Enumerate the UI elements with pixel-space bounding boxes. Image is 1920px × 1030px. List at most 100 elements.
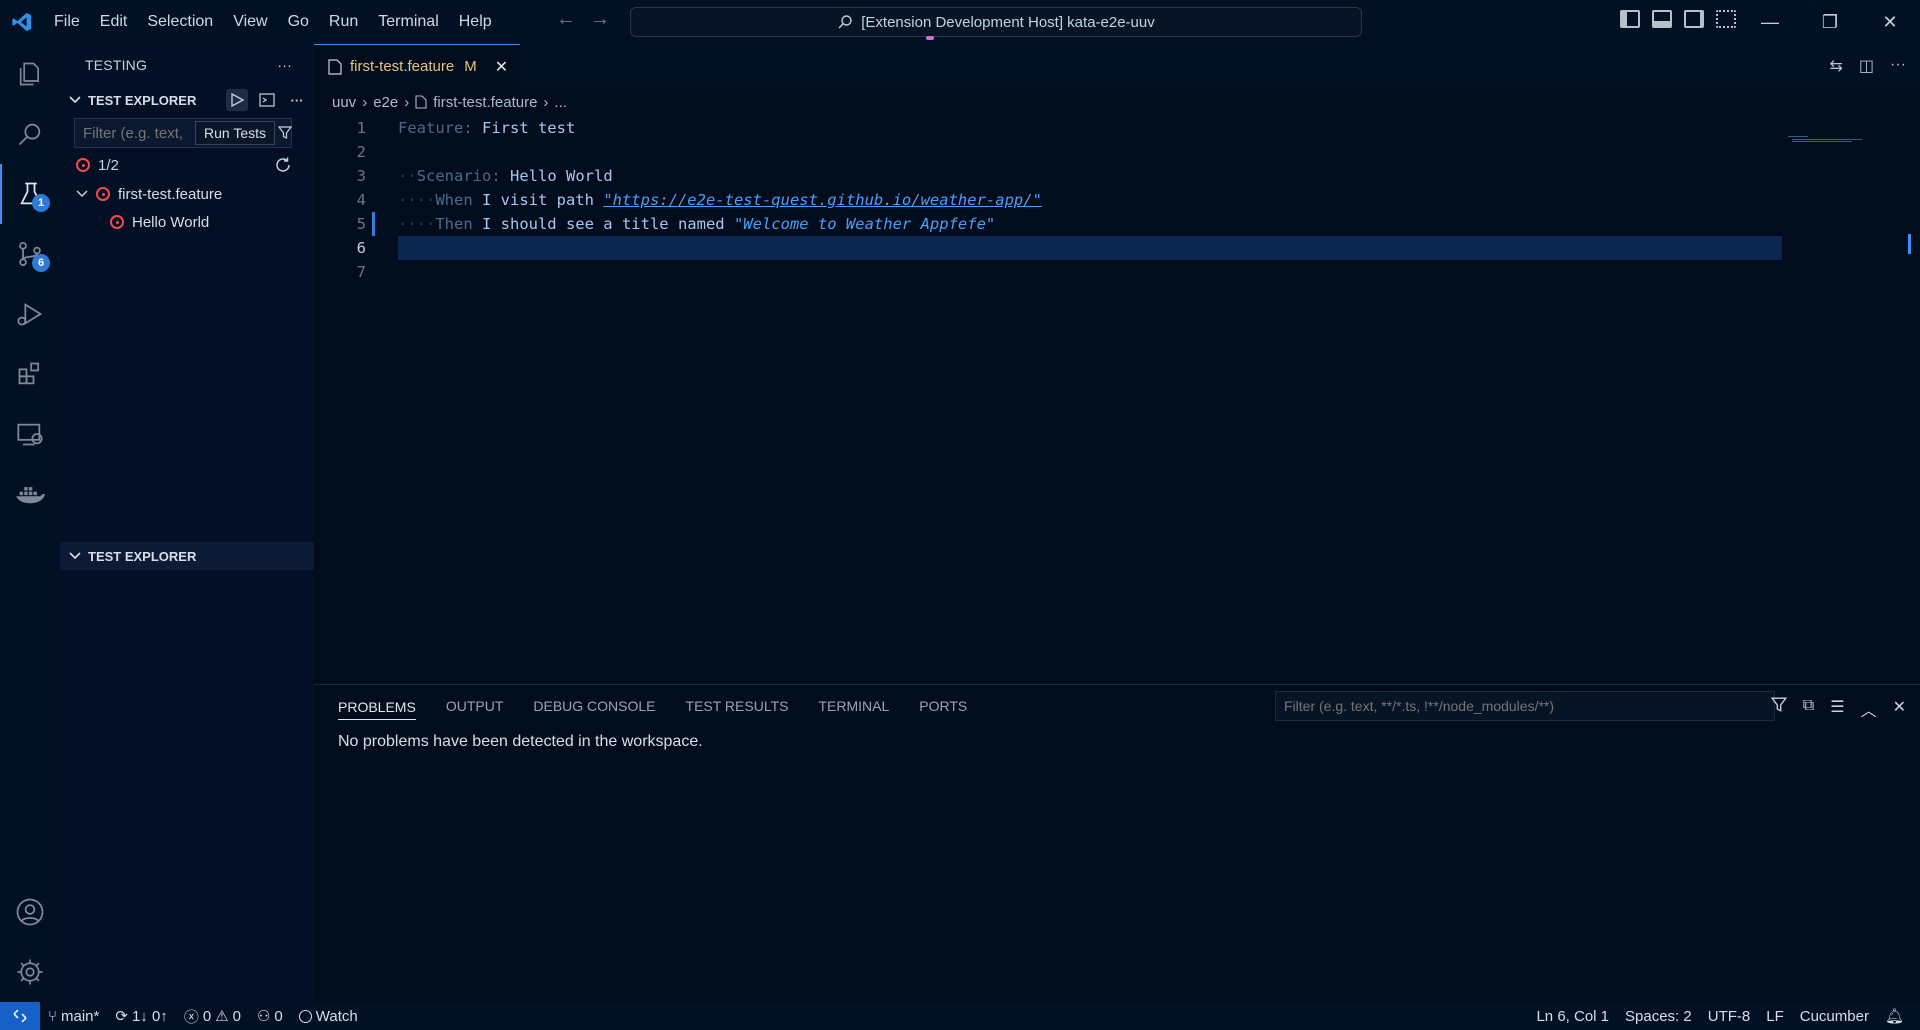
run-tests-tooltip: Run Tests: [195, 121, 275, 145]
chevron-right-icon: ›: [404, 93, 410, 111]
watch-label: Watch: [315, 1007, 358, 1025]
breadcrumb-item[interactable]: e2e: [373, 94, 398, 111]
keyword: Then: [435, 215, 473, 233]
test-label: Hello World: [132, 213, 210, 231]
tab-test-results[interactable]: TEST RESULTS: [686, 698, 789, 714]
encoding[interactable]: UTF-8: [1700, 1008, 1759, 1025]
split-editor-icon[interactable]: ◫: [1859, 56, 1874, 76]
problems-status[interactable]: ⓧ 0 ⚠ 0: [176, 1006, 249, 1027]
tab-terminal[interactable]: TERMINAL: [818, 698, 889, 714]
tree-item-test[interactable]: Hello World: [60, 208, 314, 236]
test-explorer-section-header-2[interactable]: TEST EXPLORER: [60, 542, 314, 570]
tab-debug-console[interactable]: DEBUG CONSOLE: [533, 698, 655, 714]
menu-selection[interactable]: Selection: [137, 13, 223, 31]
run-debug-icon[interactable]: [0, 284, 60, 344]
section-title: TEST EXPLORER: [88, 548, 197, 564]
explorer-icon[interactable]: [0, 44, 60, 104]
ports-status[interactable]: ⚇ 0: [249, 1007, 291, 1026]
sidebar-more-icon[interactable]: ···: [277, 57, 292, 73]
string-literal[interactable]: "https://e2e-test-quest.github.io/weathe…: [603, 191, 1042, 209]
remote-explorer-icon[interactable]: [0, 404, 60, 464]
code-line: 5 ····Then I should see a title named "W…: [314, 212, 1920, 236]
git-branch-icon: ⑂: [48, 1007, 58, 1025]
search-activity-icon[interactable]: [0, 104, 60, 164]
code-line: 2: [314, 140, 1920, 164]
menu-run[interactable]: Run: [319, 13, 368, 31]
extensions-icon[interactable]: [0, 344, 60, 404]
toggle-primary-sidebar-icon[interactable]: [1620, 10, 1640, 28]
more-actions-icon[interactable]: ···: [286, 89, 308, 111]
testing-icon[interactable]: 1: [0, 164, 60, 224]
code-line: 6: [314, 236, 1920, 260]
line-number: 1: [356, 119, 366, 137]
forward-arrow-icon[interactable]: →: [590, 8, 610, 31]
breadcrumb-item[interactable]: uuv: [332, 94, 356, 111]
status-bar: ⑂ main* ⟳ 1↓ 0↑ ⓧ 0 ⚠ 0 ⚇ 0 Watch Ln 6, …: [0, 1002, 1920, 1030]
source-control-icon[interactable]: 6: [0, 224, 60, 284]
error-count: 0: [202, 1007, 212, 1025]
window-controls: — ❐ ✕: [1740, 0, 1920, 44]
code-line: 3 ··Scenario: Hello World: [314, 164, 1920, 188]
chevron-right-icon: ›: [362, 93, 368, 111]
close-window-icon[interactable]: ✕: [1860, 0, 1920, 44]
error-icon: ⓧ: [183, 1008, 199, 1026]
scrollbar-marker: [1908, 234, 1920, 254]
branch-name: main*: [61, 1007, 100, 1025]
restore-icon[interactable]: ❐: [1800, 0, 1860, 44]
tab-first-test-feature[interactable]: first-test.feature M ✕: [314, 44, 520, 88]
accounts-icon[interactable]: [0, 882, 60, 942]
breadcrumb-item[interactable]: first-test.feature: [433, 94, 537, 111]
command-center[interactable]: [Extension Development Host] kata-e2e-uu…: [630, 7, 1362, 37]
chevron-down-icon: [76, 190, 96, 198]
code-editor[interactable]: 1 Feature: First test 2 3 ··Scenario: He…: [314, 116, 1920, 676]
section-title: TEST EXPLORER: [88, 92, 197, 108]
problems-filter-input[interactable]: [1275, 691, 1775, 721]
vscode-logo-icon: [0, 0, 44, 44]
filter-icon[interactable]: [1770, 697, 1788, 721]
run-in-terminal-icon[interactable]: [256, 89, 278, 111]
remote-indicator-icon[interactable]: [0, 1002, 40, 1030]
test-explorer-section-header[interactable]: TEST EXPLORER ···: [60, 86, 314, 114]
docker-icon[interactable]: [0, 464, 60, 524]
menu-terminal[interactable]: Terminal: [368, 13, 448, 31]
menu-edit[interactable]: Edit: [90, 13, 138, 31]
run-tests-icon[interactable]: [226, 89, 248, 111]
tab-problems[interactable]: PROBLEMS: [338, 699, 416, 720]
toggle-panel-icon[interactable]: [1652, 10, 1672, 28]
branch-status[interactable]: ⑂ main*: [40, 1008, 107, 1025]
menu-file[interactable]: File: [44, 13, 90, 31]
tab-output[interactable]: OUTPUT: [446, 698, 504, 714]
editor-more-icon[interactable]: ···: [1890, 56, 1906, 76]
settings-gear-icon[interactable]: [0, 942, 60, 1002]
notifications-bell-icon[interactable]: 🔔︎: [1877, 1007, 1912, 1025]
sync-status[interactable]: ⟳ 1↓ 0↑: [107, 1007, 175, 1026]
open-changes-icon[interactable]: ⇆: [1829, 56, 1842, 76]
minimize-icon[interactable]: —: [1740, 0, 1800, 44]
close-panel-icon[interactable]: ✕: [1893, 697, 1906, 721]
language-mode[interactable]: Cucumber: [1792, 1008, 1877, 1025]
menu-view[interactable]: View: [223, 13, 277, 31]
toggle-secondary-sidebar-icon[interactable]: [1684, 10, 1704, 28]
customize-layout-icon[interactable]: [1716, 10, 1736, 28]
end-of-line[interactable]: LF: [1758, 1008, 1792, 1025]
watch-status[interactable]: Watch: [291, 1008, 366, 1025]
filter-icon[interactable]: [277, 126, 293, 145]
cursor-position[interactable]: Ln 6, Col 1: [1528, 1008, 1617, 1025]
tree-item-feature[interactable]: first-test.feature: [60, 180, 314, 208]
close-tab-icon[interactable]: ✕: [495, 57, 508, 77]
menu-go[interactable]: Go: [278, 13, 319, 31]
minimap[interactable]: [1788, 136, 1868, 142]
collapse-all-icon[interactable]: ⧉: [1803, 697, 1814, 721]
refresh-icon[interactable]: [274, 156, 292, 178]
breadcrumb-item[interactable]: ...: [554, 94, 567, 111]
progress-dot: [926, 36, 934, 40]
view-as-list-icon[interactable]: ☰: [1830, 697, 1844, 721]
maximize-panel-icon[interactable]: ︿: [1861, 697, 1877, 721]
back-arrow-icon[interactable]: ←: [556, 8, 576, 31]
source-control-badge: 6: [32, 254, 50, 272]
indentation[interactable]: Spaces: 2: [1617, 1008, 1700, 1025]
editor-actions: ⇆ ◫ ···: [1829, 56, 1906, 76]
tab-ports[interactable]: PORTS: [919, 698, 967, 714]
editor-area: first-test.feature M ✕ ⇆ ◫ ··· uuv › e2e…: [314, 44, 1920, 684]
menu-help[interactable]: Help: [449, 13, 502, 31]
